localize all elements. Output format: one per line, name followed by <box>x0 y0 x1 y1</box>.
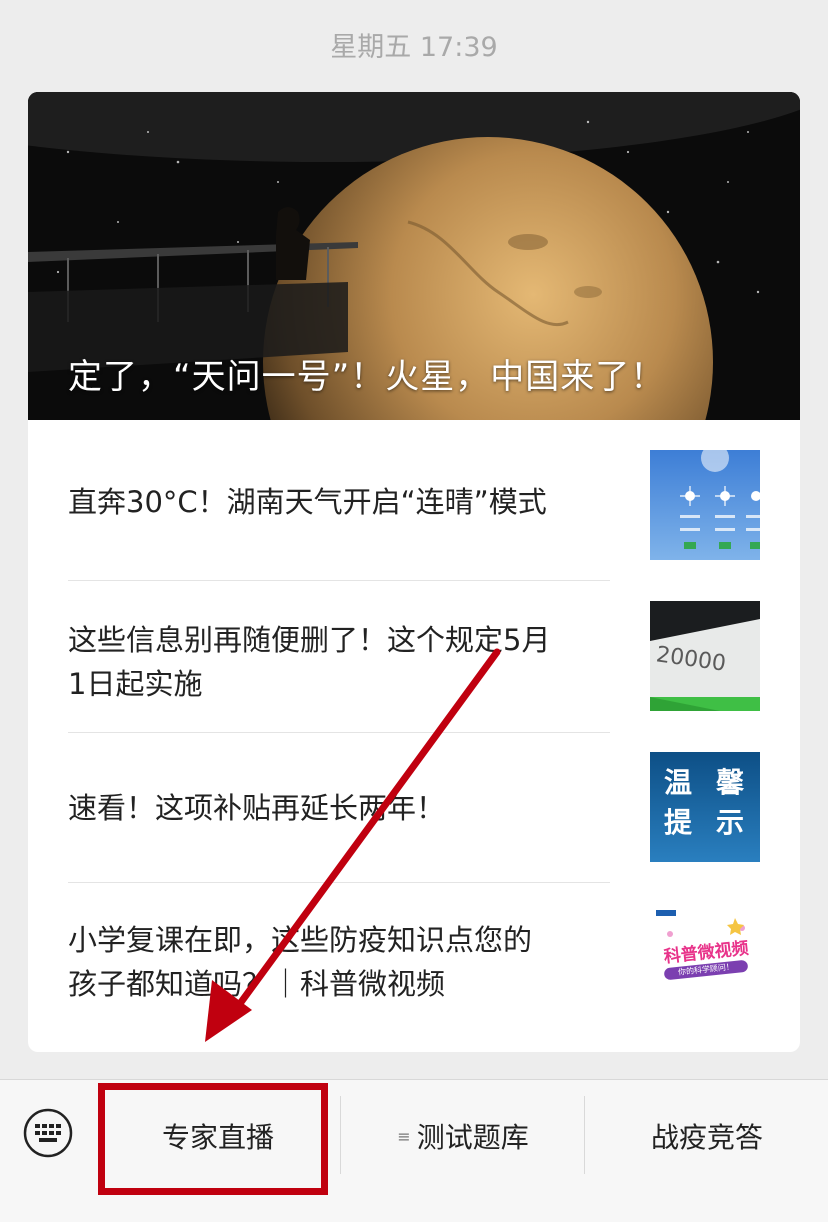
article-title[interactable]: 直奔30°C！湖南天气开启“连晴”模式 <box>68 480 547 524</box>
divider <box>68 882 610 883</box>
article-title[interactable]: 这些信息别再随便删了！这个规定5月 1日起实施 <box>68 618 550 706</box>
article-thumbnail-phone[interactable]: 20000 <box>650 601 760 711</box>
thumb-char: 温 <box>664 766 693 799</box>
menu-divider <box>584 1096 585 1174</box>
article-title-line: 1日起实施 <box>68 667 203 701</box>
cover-title[interactable]: 定了，“天问一号”！火星，中国来了！ <box>68 354 665 400</box>
cover-image[interactable]: 定了，“天问一号”！火星，中国来了！ <box>28 92 800 420</box>
menu-item-test-bank[interactable]: ≡ 测试题库 <box>342 1080 584 1192</box>
article-title[interactable]: 速看！这项补贴再延长两年！ <box>68 786 445 830</box>
menu-item-label: 测试题库 <box>416 1121 529 1154</box>
article-title[interactable]: 小学复课在即，这些防疫知识点您的 孩子都知道吗？｜科普微视频 <box>68 918 532 1006</box>
article-item[interactable]: 速看！这项补贴再延长两年！ <box>68 744 610 872</box>
article-thumbnail-warm-tip[interactable]: 温 馨 提 示 <box>650 752 760 862</box>
keyboard-toggle-button[interactable] <box>22 1107 74 1159</box>
article-card[interactable]: 定了，“天问一号”！火星，中国来了！ 直奔30°C！湖南天气开启“连晴”模式 这… <box>28 92 800 1052</box>
thumb-char: 馨 <box>716 766 745 799</box>
divider <box>68 580 610 581</box>
thumb-char: 提 <box>664 806 693 839</box>
article-title-line: 孩子都知道吗？｜科普微视频 <box>68 967 446 1001</box>
article-title-line: 小学复课在即，这些防疫知识点您的 <box>68 923 533 957</box>
menu-item-quiz[interactable]: 战疫竞答 <box>586 1080 828 1192</box>
submenu-list-icon: ≡ <box>397 1126 411 1146</box>
article-item[interactable]: 小学复课在即，这些防疫知识点您的 孩子都知道吗？｜科普微视频 <box>68 892 610 1032</box>
article-title-line: 这些信息别再随便删了！这个规定5月 <box>68 623 551 657</box>
article-thumbnail-weather[interactable] <box>650 450 760 560</box>
annotation-highlight-box <box>98 1083 328 1195</box>
keyboard-icon <box>23 1108 73 1158</box>
divider <box>68 732 610 733</box>
article-item[interactable]: 这些信息别再随便删了！这个规定5月 1日起实施 <box>68 592 610 732</box>
thumb-char: 示 <box>716 806 745 839</box>
menu-divider <box>340 1096 341 1174</box>
weather-forecast-image <box>650 450 760 560</box>
article-thumbnail-science-video[interactable]: 科普微视频 你的科学顾问！ <box>650 904 760 1014</box>
message-timestamp: 星期五 17:39 <box>330 32 498 63</box>
article-item[interactable]: 直奔30°C！湖南天气开启“连晴”模式 <box>68 440 610 564</box>
menu-item-label: 战疫竞答 <box>650 1121 763 1154</box>
